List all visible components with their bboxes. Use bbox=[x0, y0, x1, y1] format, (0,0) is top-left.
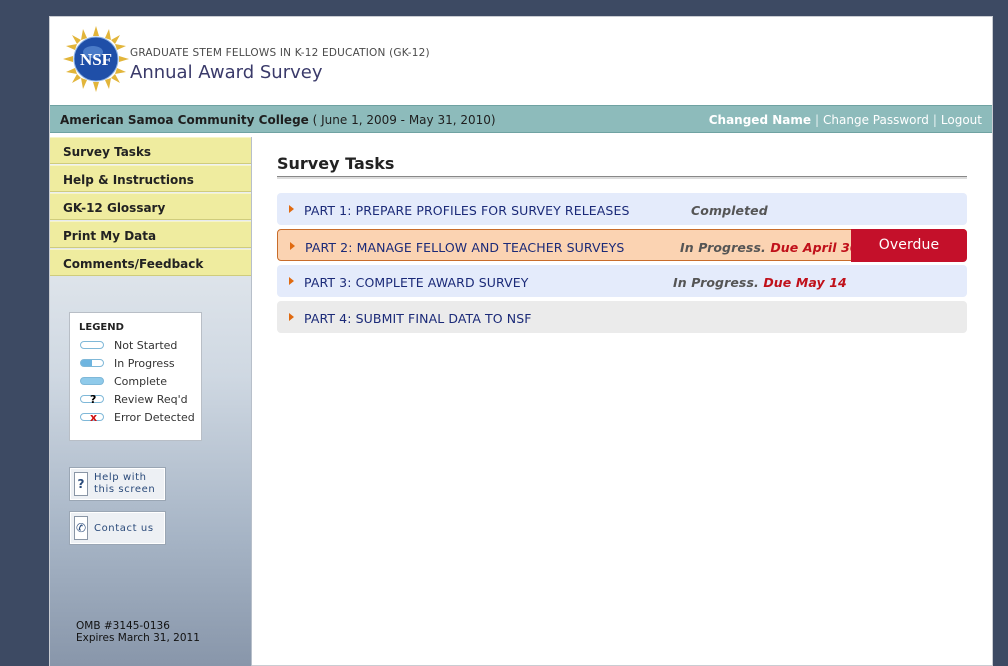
task-part-2[interactable]: PART 2: MANAGE FELLOW AND TEACHER SURVEY… bbox=[277, 229, 967, 262]
svg-text:NSF: NSF bbox=[80, 50, 112, 69]
due-date: Due April 30 bbox=[770, 240, 859, 255]
status-bar: American Samoa Community College ( June … bbox=[50, 105, 992, 133]
error-detected-icon: x bbox=[80, 412, 104, 424]
main-content: Survey Tasks PART 1: PREPARE PROFILES FO… bbox=[277, 137, 967, 337]
sidebar-item-print-my-data[interactable]: Print My Data bbox=[50, 221, 251, 248]
task-part-3[interactable]: PART 3: COMPLETE AWARD SURVEY In Progres… bbox=[277, 265, 967, 297]
page-title: Survey Tasks bbox=[277, 137, 967, 177]
in-progress-icon bbox=[80, 359, 104, 367]
help-button-label: Help with this screen bbox=[94, 472, 156, 495]
expand-arrow-icon bbox=[290, 242, 295, 250]
task-name[interactable]: PART 1: PREPARE PROFILES FOR SURVEY RELE… bbox=[304, 203, 629, 218]
separator: | bbox=[932, 113, 937, 127]
user-name: Changed Name bbox=[708, 113, 811, 127]
legend-review-required: ? Review Req'd bbox=[79, 393, 201, 411]
organization-name: American Samoa Community College bbox=[60, 113, 309, 127]
phone-icon: ✆ bbox=[74, 516, 88, 540]
app-title: Annual Award Survey bbox=[130, 62, 323, 83]
task-name[interactable]: PART 4: SUBMIT FINAL DATA TO NSF bbox=[304, 311, 532, 326]
not-started-icon bbox=[80, 341, 104, 349]
task-part-1[interactable]: PART 1: PREPARE PROFILES FOR SURVEY RELE… bbox=[277, 193, 967, 225]
page: NSF GRADUATE STEM FELLOWS IN K-12 EDUCAT… bbox=[49, 16, 993, 666]
change-password-link[interactable]: Change Password bbox=[823, 113, 929, 127]
task-status: Completed bbox=[691, 203, 768, 218]
separator: | bbox=[815, 113, 820, 127]
contact-button-label: Contact us bbox=[94, 523, 154, 534]
legend-in-progress: In Progress bbox=[79, 357, 201, 375]
task-status: In Progress. Due May 14 bbox=[673, 275, 847, 290]
sidebar-item-help-instructions[interactable]: Help & Instructions bbox=[50, 165, 251, 192]
legend-not-started: Not Started bbox=[79, 339, 201, 357]
task-list: PART 1: PREPARE PROFILES FOR SURVEY RELE… bbox=[277, 193, 967, 333]
sidebar-item-comments-feedback[interactable]: Comments/Feedback bbox=[50, 249, 251, 276]
task-name[interactable]: PART 3: COMPLETE AWARD SURVEY bbox=[304, 275, 529, 290]
omb-number: OMB #3145-0136 bbox=[76, 620, 170, 632]
legend: LEGEND Not Started In Progress Complete … bbox=[69, 312, 202, 441]
sidebar-item-glossary[interactable]: GK-12 Glossary bbox=[50, 193, 251, 220]
user-links: Changed Name | Change Password | Logout bbox=[709, 113, 982, 127]
sidebar-item-survey-tasks[interactable]: Survey Tasks bbox=[50, 137, 251, 164]
expand-arrow-icon bbox=[289, 205, 294, 213]
logout-link[interactable]: Logout bbox=[941, 113, 982, 127]
complete-icon bbox=[80, 377, 104, 385]
task-part-4[interactable]: PART 4: SUBMIT FINAL DATA TO NSF bbox=[277, 301, 967, 333]
help-icon: ? bbox=[74, 472, 88, 496]
task-status: In Progress. Due April 30 bbox=[680, 240, 859, 255]
task-name[interactable]: PART 2: MANAGE FELLOW AND TEACHER SURVEY… bbox=[305, 240, 624, 255]
award-period: ( June 1, 2009 - May 31, 2010) bbox=[312, 113, 496, 127]
overdue-badge: Overdue bbox=[851, 229, 967, 262]
nsf-logo-icon: NSF bbox=[63, 26, 129, 92]
header: NSF GRADUATE STEM FELLOWS IN K-12 EDUCAT… bbox=[50, 17, 992, 104]
omb-info: OMB #3145-0136 Expires March 31, 2011 bbox=[76, 620, 200, 644]
legend-complete: Complete bbox=[79, 375, 201, 393]
review-required-icon: ? bbox=[80, 394, 104, 406]
contact-us-button[interactable]: ✆ Contact us bbox=[69, 511, 166, 545]
sidebar: Survey Tasks Help & Instructions GK-12 G… bbox=[50, 137, 252, 666]
legend-title: LEGEND bbox=[79, 322, 124, 333]
help-with-screen-button[interactable]: ? Help with this screen bbox=[69, 467, 166, 501]
award-info: American Samoa Community College ( June … bbox=[60, 113, 496, 127]
program-name: GRADUATE STEM FELLOWS IN K-12 EDUCATION … bbox=[130, 47, 430, 59]
legend-error-detected: x Error Detected bbox=[79, 411, 201, 429]
expand-arrow-icon bbox=[289, 313, 294, 321]
omb-expiration: Expires March 31, 2011 bbox=[76, 632, 200, 644]
due-date: Due May 14 bbox=[763, 275, 847, 290]
expand-arrow-icon bbox=[289, 277, 294, 285]
